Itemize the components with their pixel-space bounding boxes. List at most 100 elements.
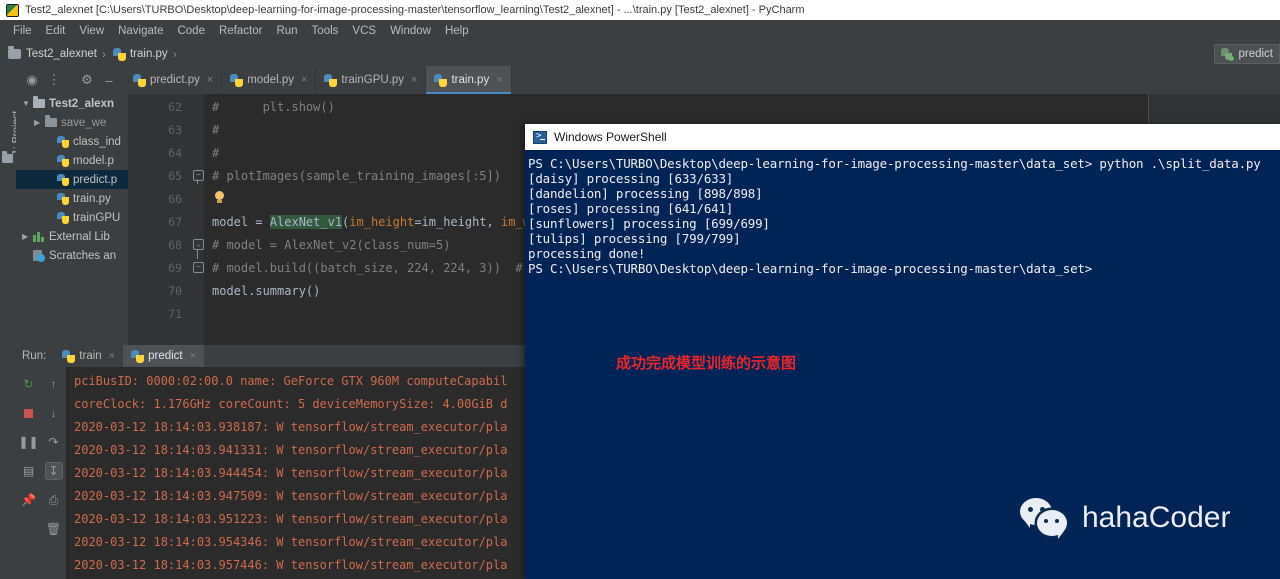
trash-icon[interactable]: 🗑 [45,520,63,538]
run-configuration-selector[interactable]: predict [1214,44,1280,64]
tree-item-scratches[interactable]: Scratches an [16,246,128,265]
tree-item-train-py[interactable]: train.py [16,189,128,208]
up-arrow-icon[interactable]: ↑ [45,375,63,393]
editor-fold-column[interactable]: − ⌄ − [190,94,204,345]
tree-item-external-libraries[interactable]: ▶ External Lib [16,227,128,246]
code-line: # model = AlexNet_v2(class_num=5) [212,238,451,252]
python-file-icon [112,47,126,61]
chevron-right-icon[interactable]: ▶ [34,118,45,127]
stop-icon[interactable] [20,404,38,422]
menu-item-refactor[interactable]: Refactor [212,23,269,39]
locate-icon[interactable]: ◉ [22,70,42,90]
menu-item-code[interactable]: Code [170,23,212,39]
project-toolbar: ◉ ⋮ ⚙ – [16,66,125,94]
tree-item-trainGPU-py[interactable]: trainGPU [16,208,128,227]
dump-threads-icon[interactable]: ▤ [20,462,38,480]
line-number: 71 [168,307,182,321]
soft-wrap-icon[interactable]: ↷ [45,433,63,451]
menu-item-tools[interactable]: Tools [305,23,346,39]
tree-item-label: save_we [61,116,107,129]
code-line: # [212,146,220,160]
python-file-icon [57,154,69,167]
fold-line [197,179,198,184]
tree-item-label: Scratches an [49,249,117,262]
menu-item-view[interactable]: View [72,23,111,39]
run-tab-train[interactable]: train × [54,345,123,367]
menu-item-edit[interactable]: Edit [39,23,73,39]
hide-icon[interactable]: – [99,70,119,90]
wechat-icon [1020,496,1072,540]
menu-item-window[interactable]: Window [383,23,438,39]
code-line: model = AlexNet_v1(im_height=im_height, … [212,215,537,229]
pause-icon[interactable]: ❚❚ [18,433,38,451]
title-bar: Test2_alexnet [C:\Users\TURBO\Desktop\de… [0,0,1280,20]
editor-tab-strip: ◉ ⋮ ⚙ – predict.py × model.py × trainGPU… [16,66,1280,94]
fold-collapse-icon[interactable]: − [193,170,204,181]
tree-item-class-indices[interactable]: class_ind [16,132,128,151]
powershell-line: processing done! [528,246,646,261]
rerun-icon[interactable]: ↻ [20,375,38,393]
window-title: Test2_alexnet [C:\Users\TURBO\Desktop\de… [25,4,805,16]
pin-icon[interactable]: 📌 [20,491,38,509]
close-icon[interactable]: × [496,74,502,86]
menu-item-vcs[interactable]: VCS [345,23,383,39]
settings-gear-icon[interactable]: ⚙ [77,70,97,90]
menu-item-navigate[interactable]: Navigate [111,23,170,39]
line-number: 69 [168,261,182,275]
run-configuration-label: predict [1238,48,1273,60]
fold-collapse-icon[interactable]: − [193,262,204,273]
close-icon[interactable]: × [190,350,196,362]
tree-item-label: train.py [73,192,111,205]
editor-tab-train[interactable]: train.py × [426,66,512,94]
editor-tab-model[interactable]: model.py × [222,66,317,94]
line-number: 67 [168,215,182,229]
python-file-icon [57,135,69,148]
tree-item-model-py[interactable]: model.p [16,151,128,170]
console-line: 2020-03-12 18:14:03.951223: W tensorflow… [74,512,508,526]
print-icon[interactable]: ⎙ [45,491,63,509]
line-number: 62 [168,100,182,114]
python-file-icon [230,73,244,87]
fold-expand-icon[interactable]: ⌄ [193,239,204,250]
console-line: pciBusID: 0000:02:00.0 name: GeForce GTX… [74,374,508,388]
menu-item-run[interactable]: Run [269,23,304,39]
console-line: 2020-03-12 18:14:03.954346: W tensorflow… [74,535,508,549]
chevron-right-icon[interactable]: ▶ [22,232,33,241]
tree-item-save-weights[interactable]: ▶ save_we [16,113,128,132]
editor-tab-trainGPU[interactable]: trainGPU.py × [316,66,427,94]
breadcrumb-file-label: train.py [129,48,168,60]
breadcrumb-file[interactable]: train.py › [112,47,182,61]
editor-tab-predict[interactable]: predict.py × [125,66,223,94]
tree-item-test2-alexnet[interactable]: ▼ Test2_alexn [16,94,128,113]
menu-item-help[interactable]: Help [438,23,476,39]
collapse-all-icon[interactable]: ⋮ [44,70,64,90]
python-file-icon [133,73,146,87]
close-icon[interactable]: × [301,74,307,86]
python-file-icon [434,73,448,87]
console-line: 2020-03-12 18:14:03.941331: W tensorflow… [74,443,508,457]
breadcrumb-separator-2: › [172,47,177,61]
close-icon[interactable]: × [411,74,417,86]
annotation-text: 成功完成模型训练的示意图 [616,354,797,372]
tree-item-label: class_ind [73,135,121,148]
tree-item-predict-py[interactable]: predict.p [16,170,128,189]
run-tab-predict[interactable]: predict × [123,345,205,367]
tree-item-label: External Lib [49,230,110,243]
menu-item-file[interactable]: File [6,23,39,39]
scroll-to-end-icon[interactable]: ↧ [44,462,63,480]
intention-bulb-icon[interactable] [214,191,225,203]
tree-item-label: model.p [73,154,114,167]
run-label: Run: [22,350,47,362]
line-number: 64 [168,146,182,160]
editor-gutter: 62 63 64 65 66 67 68 69 70 71 [128,94,190,345]
tree-item-label: predict.p [73,173,118,186]
close-icon[interactable]: × [109,350,115,362]
breadcrumb-project[interactable]: Test2_alexnet › [8,46,111,61]
tree-item-label: trainGPU [73,211,121,224]
python-run-icon [131,349,145,363]
chevron-down-icon[interactable]: ▼ [22,99,33,108]
down-arrow-icon[interactable]: ↓ [45,404,63,422]
folder-icon [8,46,21,59]
line-number: 65 [168,169,182,183]
close-icon[interactable]: × [207,74,213,86]
